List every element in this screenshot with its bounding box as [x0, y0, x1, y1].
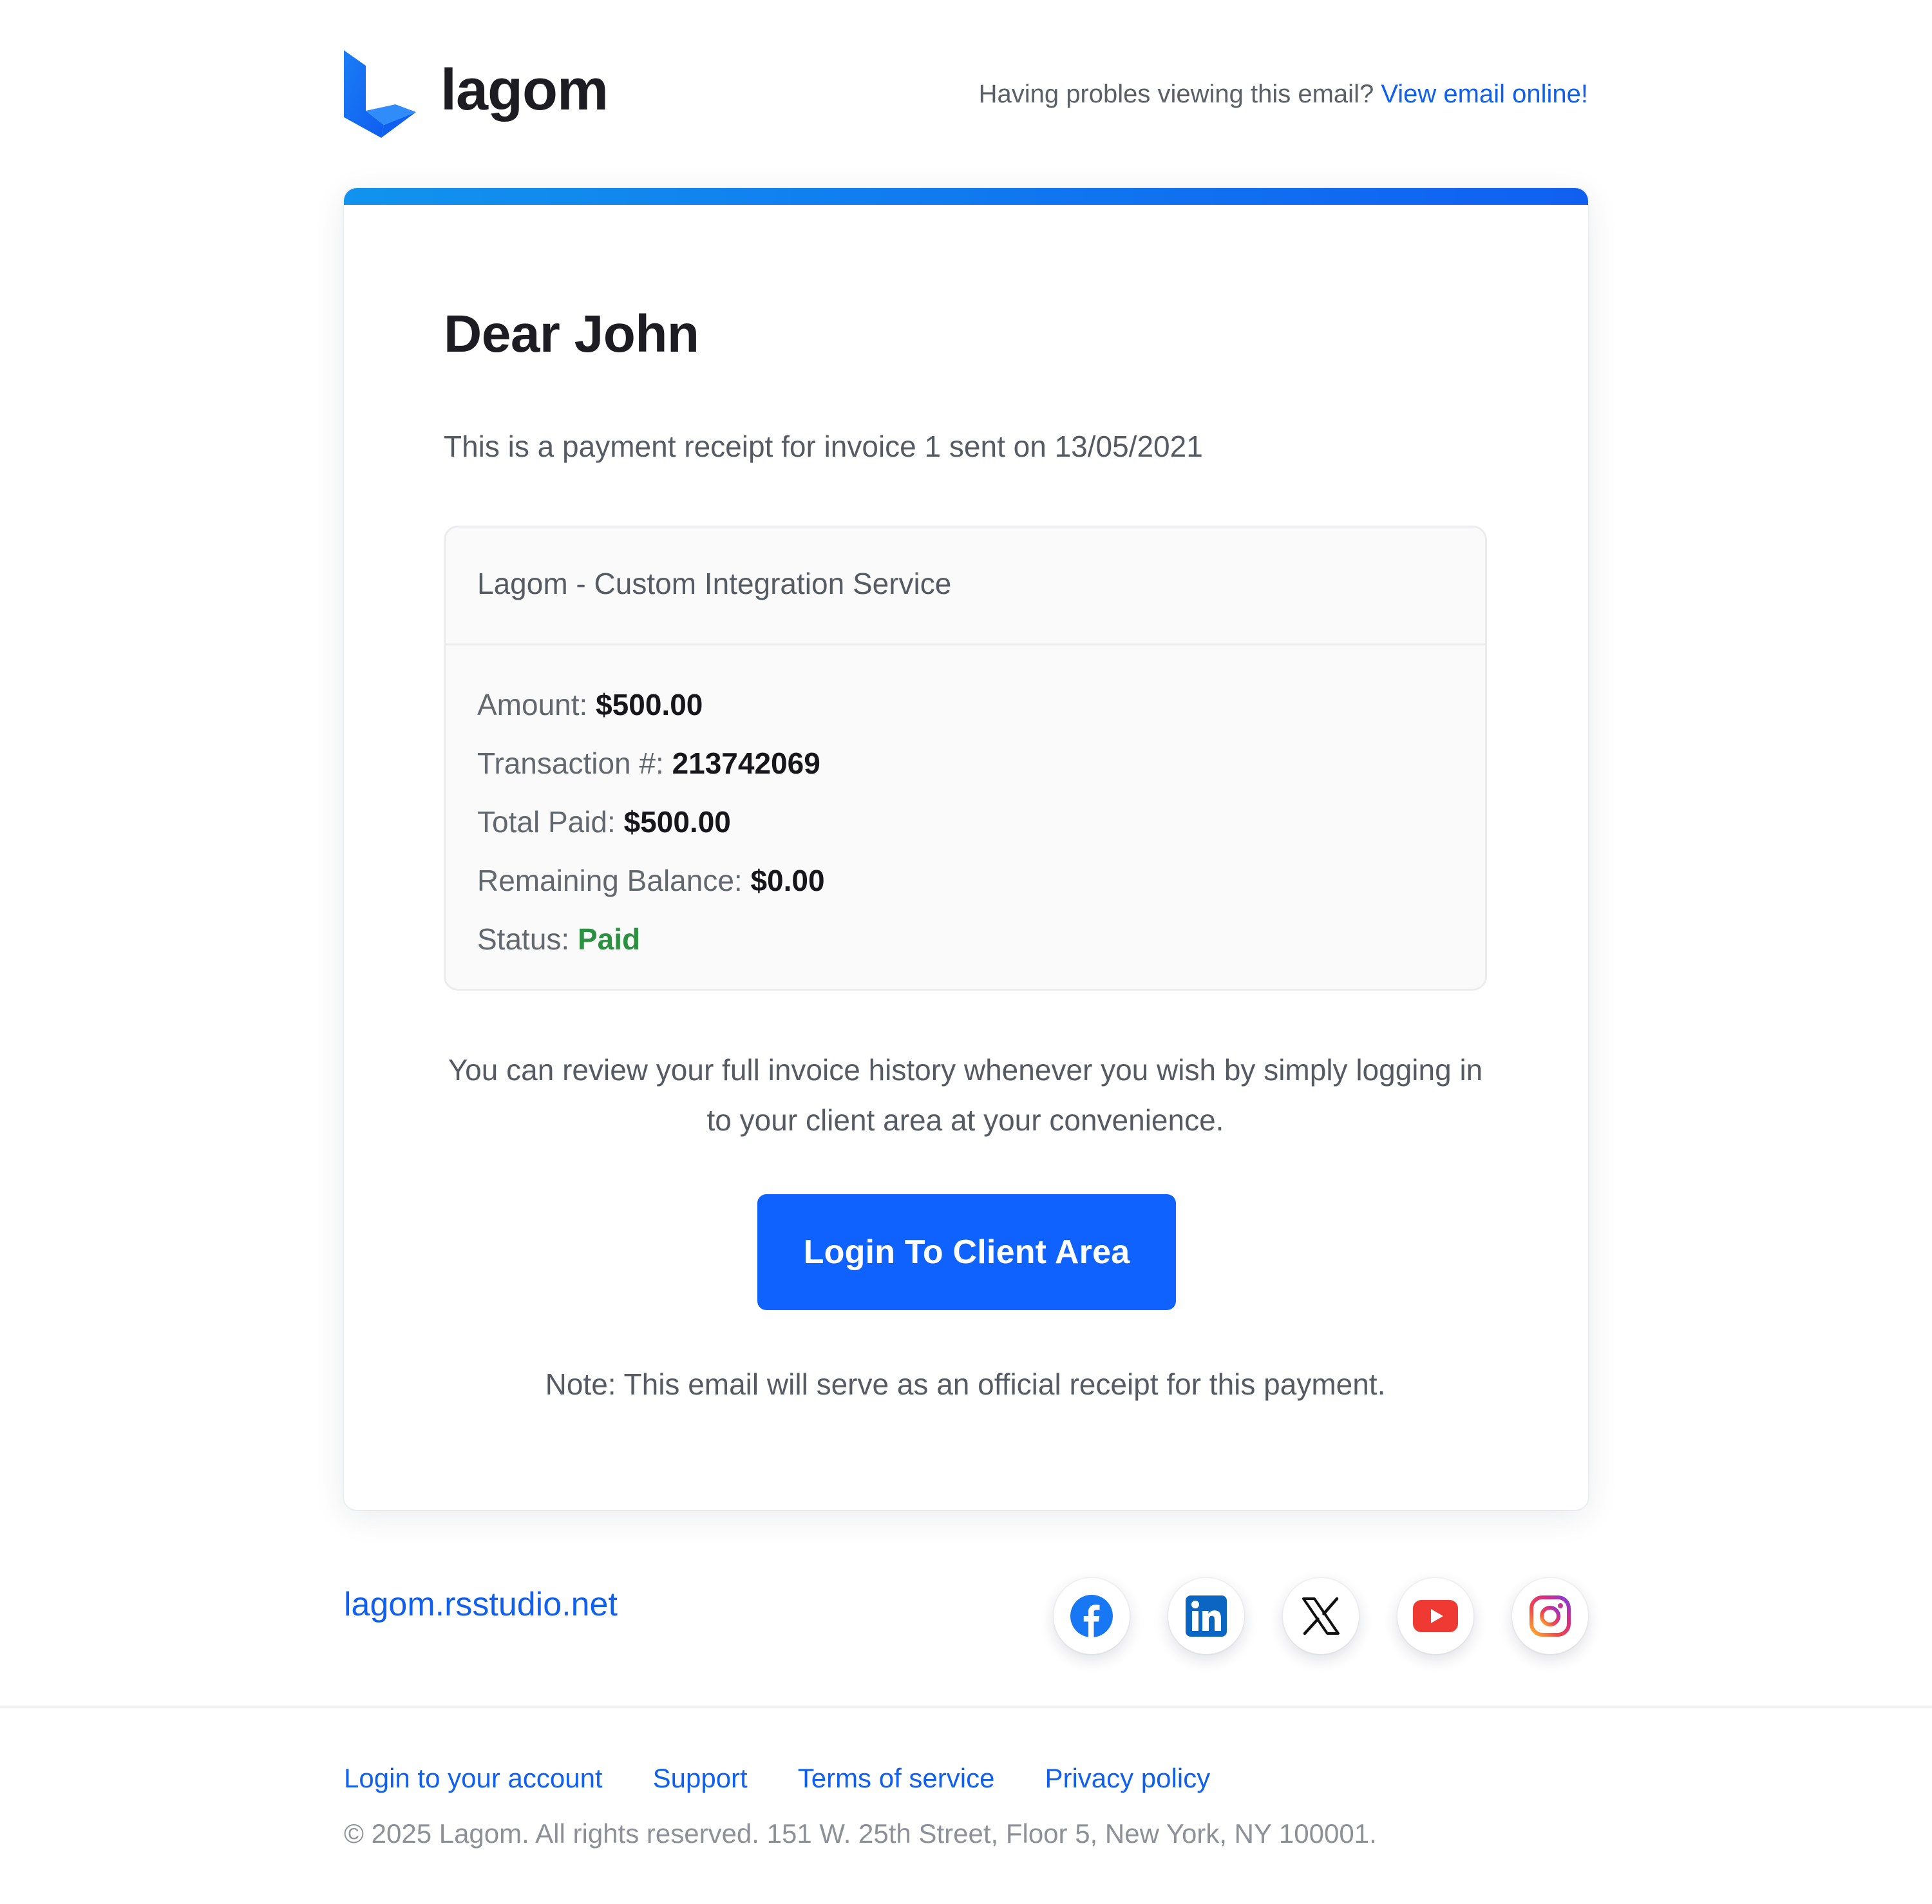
amount-label: Amount:	[477, 688, 588, 721]
receipt-card: Dear John This is a payment receipt for …	[344, 188, 1588, 1510]
social-links	[1054, 1578, 1588, 1655]
remaining-balance-value: $0.00	[750, 864, 825, 897]
instagram-link[interactable]	[1512, 1578, 1588, 1654]
total-paid-label: Total Paid:	[477, 805, 616, 839]
instagram-icon	[1530, 1595, 1571, 1637]
receipt-intro: This is a payment receipt for invoice 1 …	[444, 430, 1203, 463]
view-email-online-link[interactable]: View email online!	[1381, 80, 1588, 108]
amount-row: Amount: $500.00	[477, 686, 703, 725]
total-paid-value: $500.00	[623, 805, 731, 839]
card-accent-bar	[344, 188, 1588, 205]
copyright-text: © 2025 Lagom. All rights reserved. 151 W…	[344, 1818, 1377, 1849]
facebook-link[interactable]	[1054, 1578, 1130, 1654]
status-badge: Paid	[577, 922, 641, 956]
footer-login-link[interactable]: Login to your account	[344, 1762, 603, 1795]
linkedin-icon	[1186, 1595, 1227, 1637]
login-client-area-button[interactable]: Login To Client Area	[757, 1194, 1176, 1310]
review-history-text: You can review your full invoice history…	[448, 1053, 1483, 1137]
greeting-heading: Dear John	[444, 305, 699, 363]
amount-value: $500.00	[596, 688, 703, 721]
linkedin-link[interactable]	[1168, 1578, 1244, 1654]
facebook-icon	[1070, 1595, 1113, 1637]
remaining-balance-row: Remaining Balance: $0.00	[477, 862, 825, 900]
details-header: Lagom - Custom Integration Service	[446, 528, 1485, 645]
footer-terms-link[interactable]: Terms of service	[798, 1762, 995, 1795]
x-link[interactable]	[1283, 1578, 1359, 1654]
website-link[interactable]: lagom.rsstudio.net	[344, 1585, 618, 1624]
view-online-note: Having probles viewing this email?	[978, 80, 1374, 108]
transaction-row: Transaction #: 213742069	[477, 745, 820, 783]
transaction-label: Transaction #:	[477, 747, 664, 780]
view-online-notice: Having probles viewing this email? View …	[979, 79, 1588, 109]
footer-divider	[0, 1706, 1932, 1708]
official-receipt-note: Note: This email will serve as an offici…	[545, 1367, 1386, 1401]
footer-privacy-link[interactable]: Privacy policy	[1045, 1762, 1210, 1795]
total-paid-row: Total Paid: $500.00	[477, 803, 731, 842]
status-row: Status: Paid	[477, 920, 640, 959]
lagom-logo-icon	[344, 50, 416, 138]
brand-name: lagom	[440, 58, 609, 122]
payment-details-box: Lagom - Custom Integration Service Amoun…	[444, 526, 1487, 991]
service-title: Lagom - Custom Integration Service	[477, 567, 952, 600]
status-label: Status:	[477, 922, 570, 956]
transaction-value: 213742069	[672, 747, 820, 780]
footer-links: Login to your account Support Terms of s…	[344, 1762, 1260, 1795]
youtube-icon	[1413, 1600, 1458, 1632]
footer-support-link[interactable]: Support	[653, 1762, 748, 1795]
remaining-balance-label: Remaining Balance:	[477, 864, 743, 897]
brand-logo[interactable]: lagom	[344, 49, 609, 139]
youtube-link[interactable]	[1397, 1578, 1473, 1654]
email-header: lagom Having probles viewing this email?…	[344, 49, 1588, 139]
x-icon	[1302, 1597, 1340, 1635]
